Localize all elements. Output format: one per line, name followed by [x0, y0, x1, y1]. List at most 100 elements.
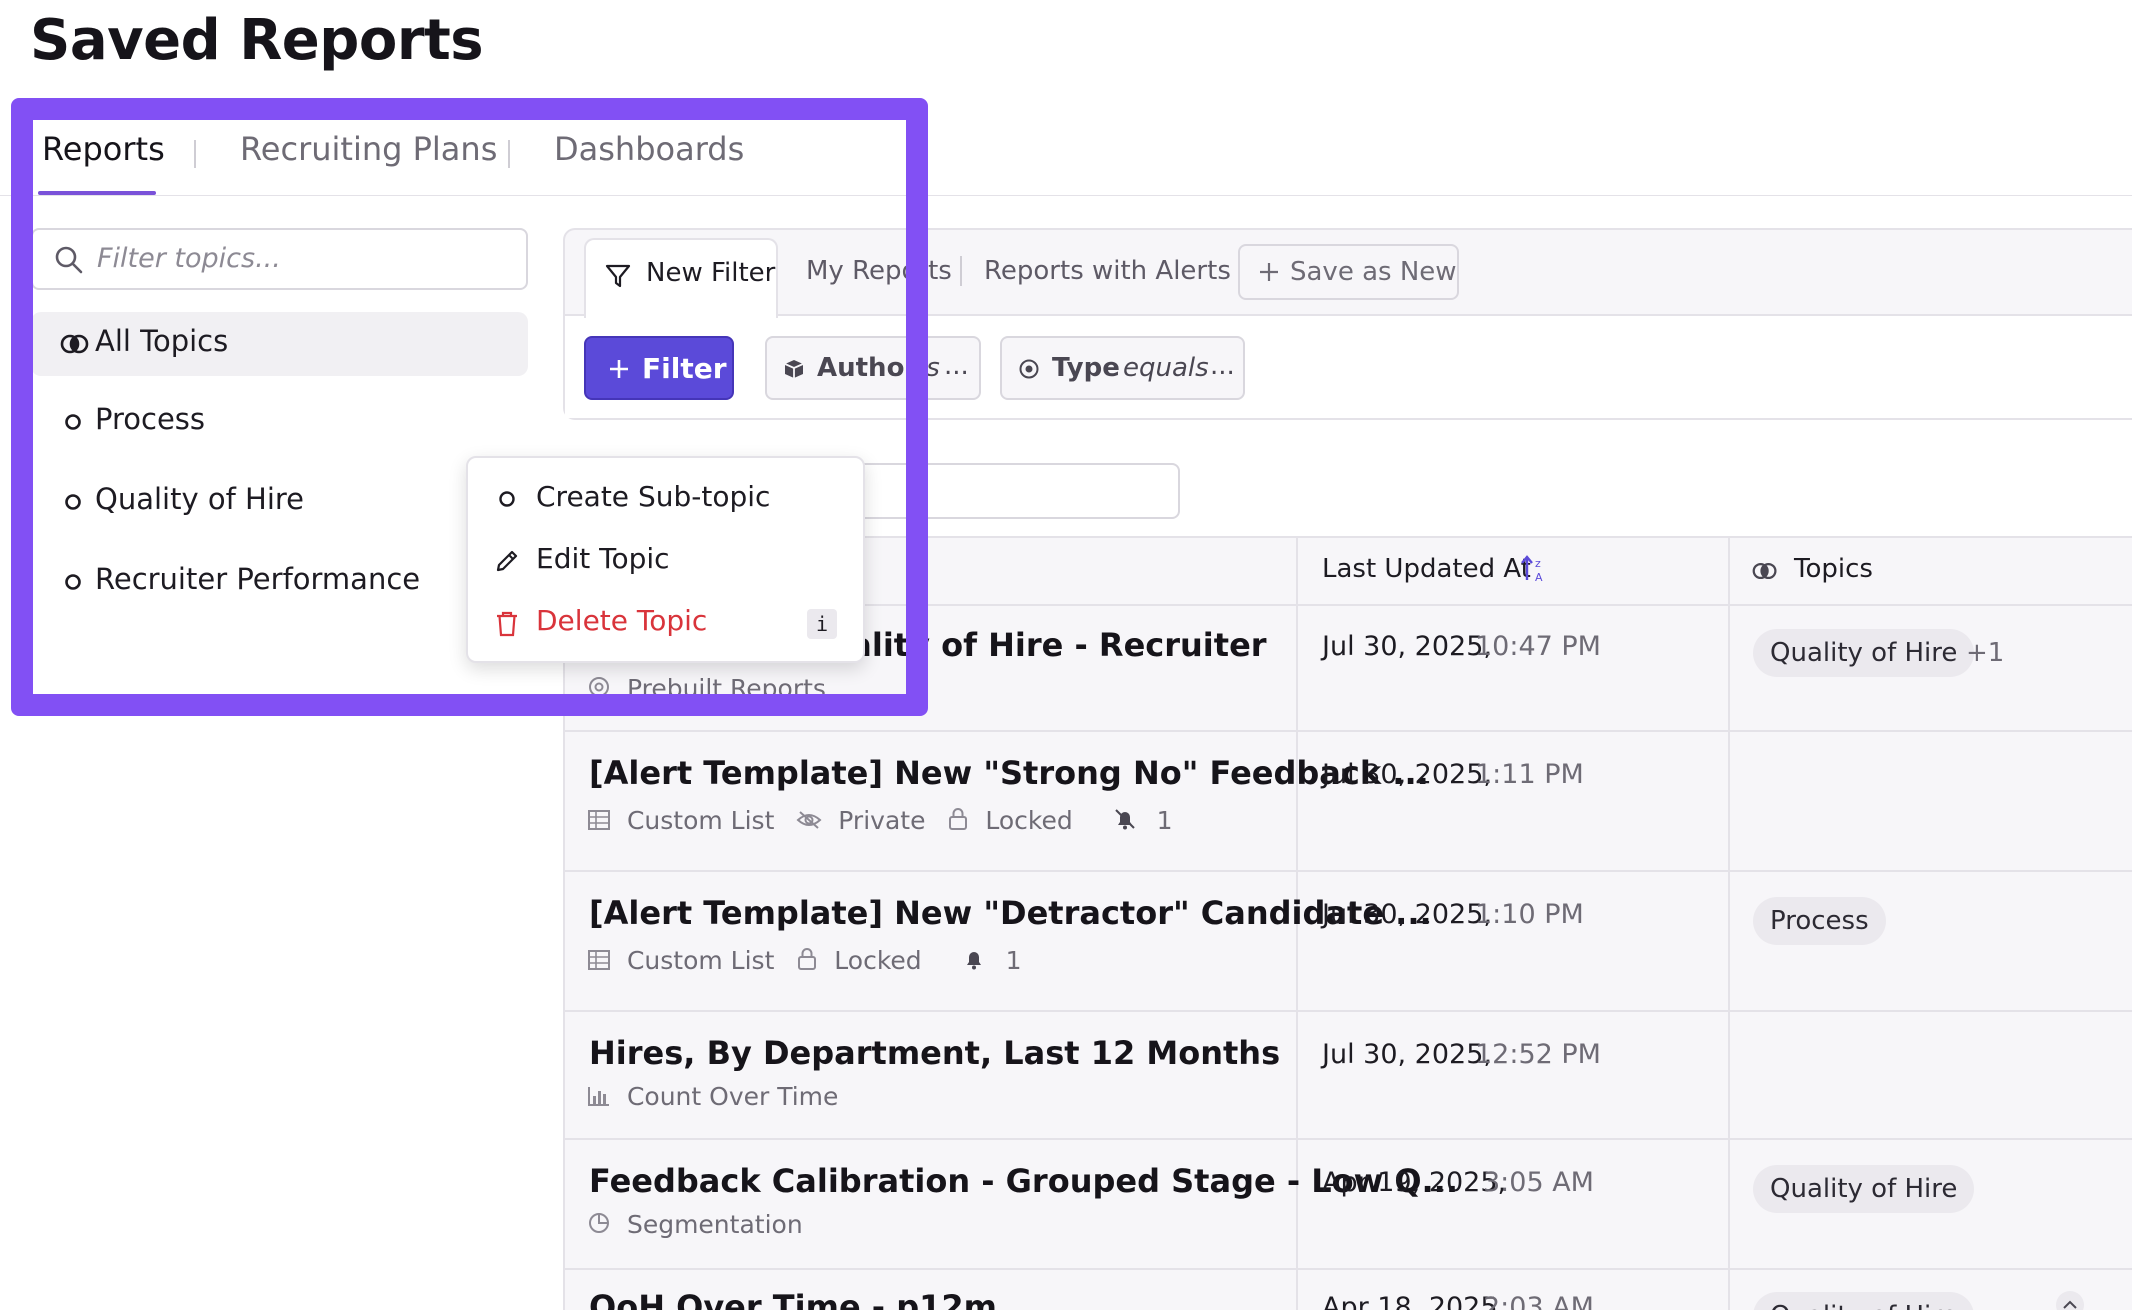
- save-as-new-label: Save as New: [1290, 257, 1457, 287]
- updated-time: 10:47 PM: [1475, 631, 1601, 662]
- table-row[interactable]: Hires, By Department, Last 12 Months Cou…: [565, 1012, 2132, 1138]
- page-title: Saved Reports: [30, 8, 484, 73]
- report-type: Custom List: [626, 806, 775, 835]
- svg-text:A: A: [1535, 571, 1543, 584]
- topic-pill[interactable]: Quality of Hire: [1753, 1292, 1975, 1310]
- eye-off-icon: [796, 808, 822, 837]
- sidebar-item-process[interactable]: Process: [31, 390, 528, 454]
- report-title[interactable]: Hires, By Department, Last 12 Months: [589, 1034, 1280, 1072]
- funnel-icon: [604, 262, 632, 290]
- report-type: Count Over Time: [626, 1082, 839, 1111]
- filter-chip-author[interactable]: Author is ...: [765, 336, 981, 400]
- report-meta: Custom List Private Locked 1: [587, 806, 1173, 837]
- topic-pill[interactable]: Quality of Hire: [1753, 629, 1975, 677]
- sort-descending-icon[interactable]: zA: [1520, 554, 1550, 584]
- filter-chip-value: ...: [944, 351, 969, 381]
- updated-date: Apr 19, 2025,: [1322, 1167, 1507, 1198]
- table-row[interactable]: Feedback Calibration - Grouped Stage - L…: [565, 1140, 2132, 1268]
- search-icon: [53, 244, 85, 276]
- report-meta: Prebuilt Reports: [587, 674, 826, 705]
- view-tab-reports-with-alerts[interactable]: Reports with Alerts: [984, 256, 1231, 286]
- topics-icon: [1752, 560, 1778, 582]
- menu-item-label: Delete Topic: [536, 604, 708, 637]
- report-lock-status: Locked: [985, 806, 1073, 835]
- table-icon: [587, 948, 611, 977]
- menu-item-delete-topic[interactable]: Delete Topic i: [468, 594, 863, 650]
- filter-chip-key: Type: [1052, 353, 1120, 383]
- view-tab-my-reports[interactable]: My Reports: [806, 256, 952, 286]
- view-tab-separator: [960, 256, 962, 286]
- menu-item-label: Create Sub-topic: [536, 480, 771, 513]
- table-icon: [587, 808, 611, 837]
- plus-icon: [1258, 261, 1280, 283]
- filter-chip-type[interactable]: Type equals ...: [1000, 336, 1245, 400]
- sidebar-item-label: All Topics: [95, 324, 229, 358]
- report-title[interactable]: [Alert Template] New "Strong No" Feedbac…: [589, 754, 1429, 792]
- pencil-icon: [494, 548, 520, 574]
- filter-chip-operator: equals: [1123, 353, 1209, 383]
- circle-icon: [64, 573, 82, 591]
- save-as-new-button[interactable]: Save as New: [1238, 244, 1459, 300]
- tab-dashboards[interactable]: Dashboards: [554, 130, 744, 168]
- topic-context-menu: Create Sub-topic Edit Topic Delete Topic…: [466, 456, 865, 663]
- table-row[interactable]: [Alert Template] New "Detractor" Candida…: [565, 872, 2132, 1010]
- keyboard-shortcut: i: [807, 609, 837, 639]
- menu-item-label: Edit Topic: [536, 542, 670, 575]
- report-lock-status: Locked: [834, 946, 922, 975]
- sidebar-item-label: Recruiter Performance: [95, 562, 421, 596]
- topics-icon: [60, 332, 90, 356]
- lock-icon: [796, 947, 818, 977]
- tab-separator: [194, 140, 196, 168]
- plus-icon: [608, 358, 630, 380]
- updated-time: 3:05 AM: [1483, 1167, 1594, 1198]
- tab-separator: [508, 140, 510, 168]
- view-tab-new-filter[interactable]: New Filter: [584, 238, 778, 318]
- report-visibility: Private: [838, 806, 926, 835]
- sidebar-item-recruiter-performance[interactable]: Recruiter Performance: [31, 550, 528, 614]
- target-icon: [1018, 358, 1040, 380]
- tabs-divider: [0, 195, 2132, 196]
- filter-topics-placeholder: Filter topics...: [97, 243, 281, 274]
- menu-item-create-subtopic[interactable]: Create Sub-topic: [468, 470, 863, 526]
- more-topics-count[interactable]: +1: [1966, 638, 2004, 668]
- tab-reports[interactable]: Reports: [42, 130, 165, 168]
- updated-date: Jul 30, 2025,: [1322, 631, 1492, 662]
- filter-chip-operator: is: [919, 353, 940, 383]
- tab-recruiting-plans[interactable]: Recruiting Plans: [240, 130, 497, 168]
- column-header-label: Last Updated At: [1322, 554, 1531, 584]
- report-type: Custom List: [626, 946, 775, 975]
- updated-date: Jul 30, 2025,: [1322, 1039, 1492, 1070]
- updated-time: 2:03 AM: [1483, 1292, 1594, 1310]
- updated-time: 12:52 PM: [1475, 1039, 1601, 1070]
- view-tab-label: New Filter: [646, 258, 776, 288]
- chevron-icon[interactable]: [2055, 1290, 2085, 1310]
- lock-icon: [947, 807, 969, 837]
- filter-topics-input[interactable]: Filter topics...: [31, 228, 528, 290]
- svg-text:z: z: [1535, 557, 1541, 570]
- report-title[interactable]: QoH Over Time - p12m: [589, 1288, 997, 1310]
- table-row[interactable]: QoH Over Time - p12m Apr 18, 2025, 2:03 …: [565, 1270, 2132, 1310]
- sidebar-item-quality-of-hire[interactable]: Quality of Hire: [31, 470, 528, 534]
- add-filter-button[interactable]: Filter: [584, 336, 734, 400]
- filter-chip-key: Author: [817, 353, 918, 383]
- tab-active-indicator: [38, 191, 156, 195]
- report-meta: Count Over Time: [587, 1082, 838, 1113]
- pie-icon: [587, 1211, 611, 1241]
- bar-chart-icon: [587, 1084, 611, 1113]
- updated-time: 1:11 PM: [1475, 759, 1584, 790]
- prebuilt-icon: [587, 675, 611, 705]
- updated-date: Jul 30, 2025,: [1322, 759, 1492, 790]
- topic-pill[interactable]: Process: [1753, 897, 1886, 945]
- topic-pill[interactable]: Quality of Hire: [1753, 1165, 1975, 1213]
- table-row[interactable]: [Alert Template] New "Strong No" Feedbac…: [565, 732, 2132, 870]
- report-type: Segmentation: [626, 1210, 803, 1239]
- alert-count: 1: [1005, 946, 1022, 975]
- updated-time: 1:10 PM: [1475, 899, 1584, 930]
- trash-icon: [494, 610, 520, 638]
- cube-icon: [783, 358, 805, 380]
- report-title[interactable]: [Alert Template] New "Detractor" Candida…: [589, 894, 1432, 932]
- menu-item-edit-topic[interactable]: Edit Topic: [468, 532, 863, 588]
- report-meta: Segmentation: [587, 1210, 803, 1241]
- updated-date: Apr 18, 2025,: [1322, 1292, 1507, 1310]
- sidebar-item-all-topics[interactable]: All Topics: [31, 312, 528, 376]
